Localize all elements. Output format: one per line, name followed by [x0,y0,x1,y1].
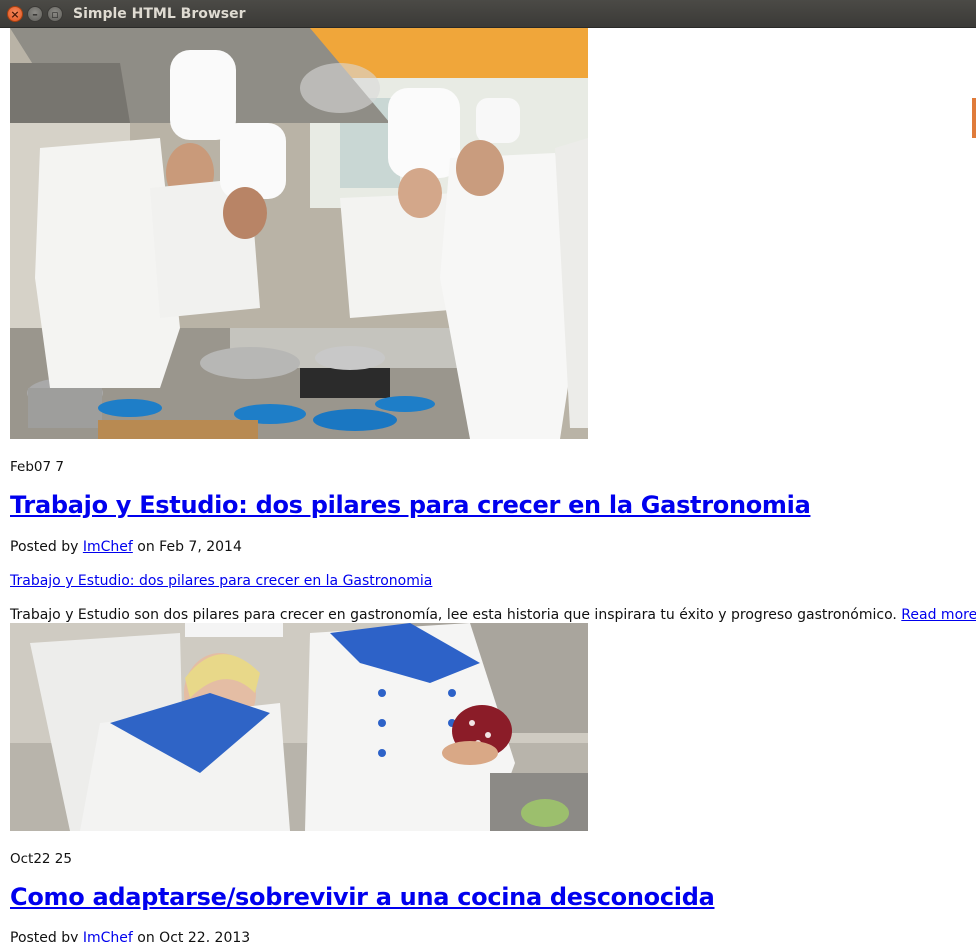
page-content: Feb07 7 Trabajo y Estudio: dos pilares p… [0,28,976,942]
posted-date: on Oct 22, 2013 [137,930,251,942]
post-excerpt: Trabajo y Estudio son dos pilares para c… [10,607,976,623]
post-category-link[interactable]: Trabajo y Estudio: dos pilares para crec… [10,573,432,589]
post-excerpt-text: Trabajo y Estudio son dos pilares para c… [10,607,897,623]
scrollbar-marker[interactable] [972,98,976,138]
post-date-badge: Feb07 7 [10,459,64,475]
posted-by-label: Posted by [10,930,79,942]
read-more-link[interactable]: Read more [901,607,976,623]
minimize-window-button[interactable]: – [27,6,43,22]
close-window-button[interactable]: × [7,6,23,22]
window-title-bar: × – ▫ Simple HTML Browser [0,0,976,28]
post-image-chefs-competition[interactable] [10,623,588,831]
post-title-link[interactable]: Como adaptarse/sobrevivir a una cocina d… [10,883,715,911]
post-title-link[interactable]: Trabajo y Estudio: dos pilares para crec… [10,491,811,519]
posted-date: on Feb 7, 2014 [137,539,242,555]
maximize-window-button[interactable]: ▫ [47,6,63,22]
author-link[interactable]: ImChef [83,539,133,555]
post-byline: Posted by ImChef on Oct 22, 2013 [10,930,250,942]
post-byline: Posted by ImChef on Feb 7, 2014 [10,539,242,555]
window-title: Simple HTML Browser [73,6,246,22]
author-link[interactable]: ImChef [83,930,133,942]
post-image-chefs-kitchen[interactable] [10,28,588,439]
posted-by-label: Posted by [10,539,79,555]
post-date-badge: Oct22 25 [10,851,72,867]
